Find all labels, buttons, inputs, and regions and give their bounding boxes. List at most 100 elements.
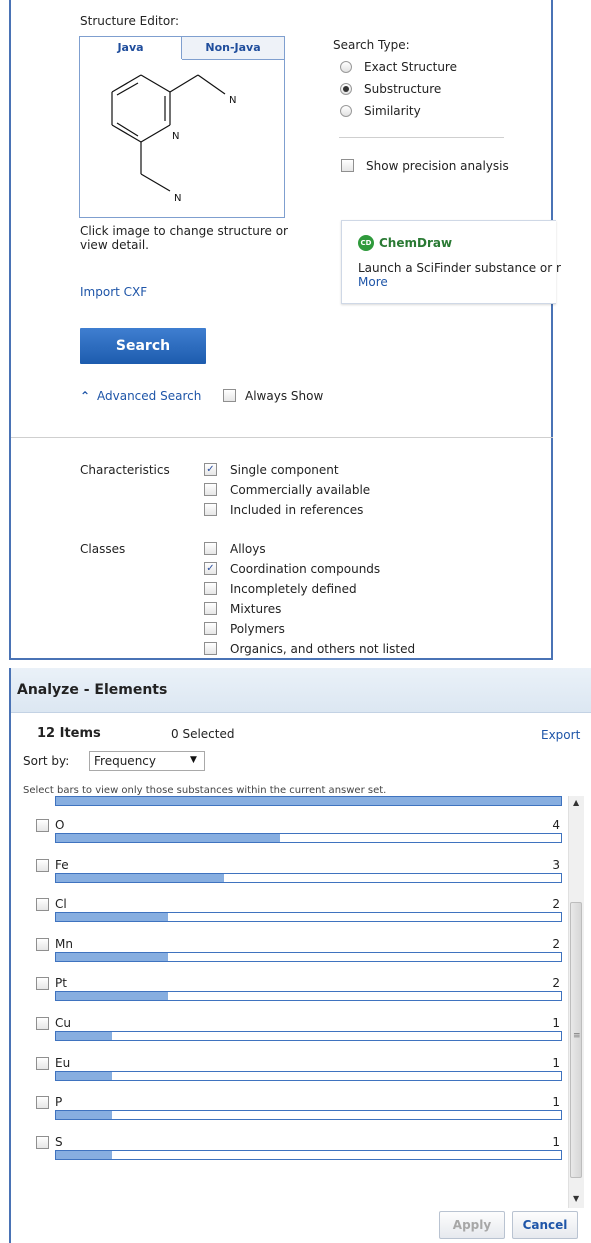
search-button[interactable]: Search	[80, 328, 206, 364]
class-label: Polymers	[230, 622, 285, 636]
element-count: 3	[552, 857, 560, 872]
tab-non-java[interactable]: Non-Java	[182, 37, 284, 60]
element-checkbox[interactable]	[36, 1056, 49, 1070]
class-label: Organics, and others not listed	[230, 642, 416, 656]
element-bar-fill	[56, 797, 561, 805]
element-label: Eu	[55, 1055, 71, 1070]
element-bar-fill	[56, 1111, 112, 1120]
analyze-header: Analyze - Elements	[11, 668, 591, 713]
structure-hint: Click image to change structure or view …	[80, 224, 288, 252]
show-precision-checkbox[interactable]	[341, 159, 354, 172]
class-checkbox[interactable]: ✓	[204, 562, 217, 575]
element-count: 1	[552, 1016, 560, 1030]
chemdraw-more-link[interactable]: More	[358, 275, 388, 289]
class-checkbox[interactable]	[204, 642, 217, 655]
element-checkbox[interactable]	[36, 1017, 49, 1030]
element-bar[interactable]	[55, 912, 562, 923]
element-bar[interactable]	[55, 1149, 562, 1160]
class-checkbox[interactable]	[204, 582, 217, 595]
element-count: 2	[552, 936, 560, 951]
characteristic-checkbox[interactable]	[204, 503, 217, 516]
items-count: 12 Items	[37, 726, 101, 741]
element-bar-fill	[56, 913, 168, 922]
selected-count: 0 Selected	[171, 727, 235, 741]
chemdraw-panel: CD ChemDraw Launch a SciFinder substance…	[341, 220, 561, 304]
element-label: O	[55, 818, 65, 832]
element-bar[interactable]	[55, 1070, 562, 1081]
cancel-button[interactable]: Cancel	[512, 1211, 578, 1239]
chemdraw-logo-text: ChemDraw	[379, 236, 453, 250]
always-show-checkbox[interactable]	[223, 389, 236, 402]
class-label: Incompletely defined	[230, 582, 357, 596]
element-bar[interactable]	[55, 833, 562, 843]
advanced-search-link[interactable]: Advanced Search	[97, 389, 201, 403]
structure-editor[interactable]: Java Non-Java N N N	[79, 36, 285, 218]
characteristic-checkbox[interactable]	[204, 483, 217, 496]
option-label: Exact Structure	[364, 60, 457, 74]
instruction-text: Select bars to view only those substance…	[23, 785, 387, 796]
structure-editor-label: Structure Editor:	[80, 14, 179, 28]
export-link[interactable]: Export	[541, 728, 580, 742]
class-checkbox[interactable]	[204, 602, 217, 615]
sort-value: Frequency	[94, 754, 156, 768]
divider	[339, 137, 504, 138]
search-type-label: Search Type:	[333, 38, 410, 52]
structure-search-panel: Structure Editor: Java Non-Java N N N Cl…	[9, 0, 561, 660]
element-count: 4	[552, 818, 560, 832]
grip-icon: ≡	[573, 1031, 581, 1041]
element-count: 1	[552, 1134, 560, 1149]
element-label: Cl	[55, 897, 67, 912]
class-checkbox[interactable]	[204, 622, 217, 635]
element-checkbox[interactable]	[36, 898, 49, 912]
apply-button[interactable]: Apply	[439, 1211, 505, 1239]
element-bar-fill	[56, 992, 168, 1001]
element-bar-fill	[56, 952, 168, 961]
scroll-down-icon[interactable]: ▼	[573, 1194, 579, 1203]
element-bar-fill	[56, 873, 224, 882]
structure-drawing[interactable]: N N N	[80, 59, 284, 217]
element-label: Cu	[55, 1016, 71, 1030]
atom-label: N	[172, 131, 179, 142]
scrollbar[interactable]: ▲ ≡ ▼	[568, 796, 584, 1208]
element-checkbox[interactable]	[36, 937, 49, 951]
element-bar[interactable]	[55, 951, 562, 962]
element-checkbox[interactable]	[36, 1096, 49, 1110]
sort-label: Sort by:	[23, 754, 70, 768]
radio-substructure[interactable]	[340, 83, 352, 95]
class-checkbox[interactable]	[204, 542, 217, 555]
chemdraw-text: Launch a SciFinder substance or r	[358, 261, 561, 275]
element-checkbox[interactable]	[36, 977, 49, 991]
always-show-label: Always Show	[245, 389, 324, 403]
element-bar[interactable]	[55, 991, 562, 1002]
class-label: Coordination compounds	[230, 562, 381, 576]
radio-exact-structure[interactable]	[340, 61, 352, 73]
sort-select[interactable]: Frequency ▼	[89, 751, 205, 771]
element-bar-fill	[56, 1150, 112, 1159]
scrollbar-thumb[interactable]: ≡	[570, 902, 582, 1178]
dropdown-arrow-icon: ▼	[190, 755, 197, 765]
characteristics-label: Characteristics	[80, 463, 170, 477]
import-cxf-link[interactable]: Import CXF	[80, 285, 147, 299]
element-count: 2	[552, 897, 560, 912]
element-bar[interactable]	[55, 796, 562, 806]
radio-similarity[interactable]	[340, 105, 352, 117]
classes-label: Classes	[80, 542, 126, 556]
tab-java[interactable]: Java	[80, 37, 182, 59]
element-bar[interactable]	[55, 872, 562, 883]
element-label: Fe	[55, 857, 69, 872]
element-checkbox[interactable]	[36, 858, 49, 872]
chevron-up-icon[interactable]: ⌃	[80, 389, 90, 403]
element-count: 1	[552, 1055, 560, 1070]
element-bar[interactable]	[55, 1031, 562, 1041]
scroll-up-icon[interactable]: ▲	[573, 798, 579, 807]
characteristic-checkbox[interactable]: ✓	[204, 463, 217, 476]
element-label: S	[55, 1134, 63, 1149]
element-checkbox[interactable]	[36, 1135, 49, 1149]
chemdraw-logo-icon: CD	[358, 235, 374, 251]
show-precision-label: Show precision analysis	[366, 159, 509, 173]
element-bar[interactable]	[55, 1110, 562, 1121]
characteristic-label: Commercially available	[230, 483, 371, 497]
element-checkbox[interactable]	[36, 819, 49, 832]
option-label: Substructure	[364, 82, 442, 96]
characteristic-label: Single component	[230, 463, 339, 477]
